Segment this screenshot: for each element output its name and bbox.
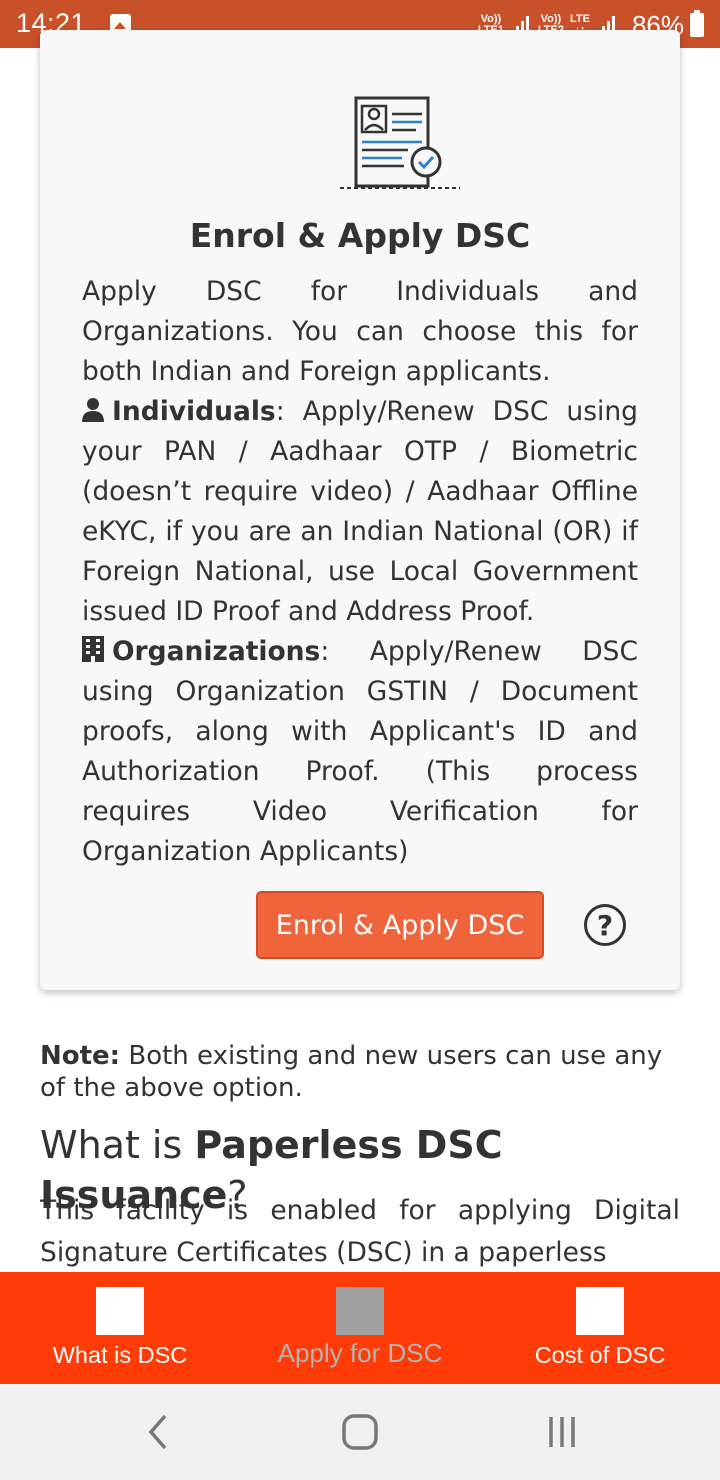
- nav-item-what-is-dsc[interactable]: What is DSC: [0, 1272, 240, 1384]
- heading-prefix: What is: [40, 1123, 195, 1167]
- organizations-label: Organizations: [112, 636, 321, 667]
- cost-of-dsc-icon: [576, 1287, 624, 1335]
- help-icon[interactable]: ?: [584, 904, 626, 946]
- what-is-dsc-icon: [96, 1287, 144, 1335]
- organizations-paragraph: Organizations: Apply/Renew DSC using Org…: [82, 632, 638, 872]
- nav-item-cost-of-dsc[interactable]: Cost of DSC: [480, 1272, 720, 1384]
- section-paragraph: This facility is enabled for applying Di…: [40, 1195, 680, 1268]
- nav-label-apply-for-dsc: Apply for DSC: [277, 1338, 443, 1368]
- card-title: Enrol & Apply DSC: [189, 216, 531, 255]
- card-description: Apply DSC for Individuals and Organizati…: [82, 272, 638, 872]
- nav-label-cost-of-dsc: Cost of DSC: [534, 1342, 666, 1368]
- individuals-label: Individuals: [112, 396, 276, 427]
- user-icon: [82, 398, 104, 422]
- home-icon[interactable]: [336, 1408, 384, 1456]
- note-body: Both existing and new users can use any …: [40, 1041, 663, 1103]
- nav-label-what-is-dsc: What is DSC: [52, 1342, 188, 1368]
- battery-icon: [690, 10, 704, 37]
- certificate-document-icon: [340, 96, 460, 189]
- note-text: Note: Both existing and new users can us…: [40, 1040, 680, 1104]
- recents-icon[interactable]: [538, 1408, 586, 1456]
- note-label: Note:: [40, 1041, 121, 1071]
- building-icon: [82, 636, 104, 662]
- back-icon[interactable]: [134, 1408, 182, 1456]
- apply-for-dsc-icon: [336, 1287, 384, 1335]
- nav-item-apply-for-dsc[interactable]: Apply for DSC: [240, 1272, 480, 1384]
- individuals-text: : Apply/Renew DSC using your PAN / Aadha…: [82, 396, 638, 627]
- enrol-apply-button[interactable]: Enrol & Apply DSC: [256, 891, 544, 959]
- enrol-apply-card: Enrol & Apply DSC Apply DSC for Individu…: [40, 30, 680, 990]
- bottom-navigation: What is DSC Apply for DSC Cost of DSC: [0, 1272, 720, 1384]
- card-intro: Apply DSC for Individuals and Organizati…: [82, 276, 638, 387]
- organizations-text: : Apply/Renew DSC using Organization GST…: [82, 636, 638, 867]
- individuals-paragraph: Individuals: Apply/Renew DSC using your …: [82, 392, 638, 632]
- system-navigation-bar: [0, 1384, 720, 1480]
